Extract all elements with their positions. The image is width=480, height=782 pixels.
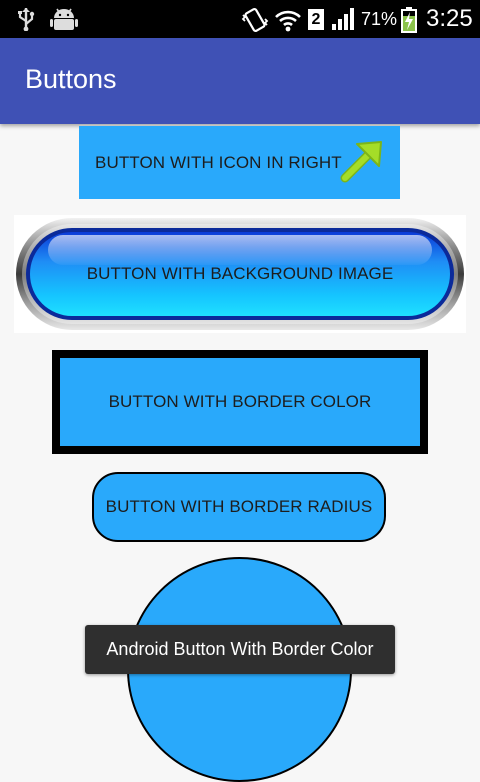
arrow-up-right-icon	[339, 138, 385, 189]
button-label: BUTTON WITH BORDER COLOR	[108, 392, 372, 411]
wifi-icon	[274, 7, 302, 38]
signal-icon	[331, 7, 357, 36]
app-title: Buttons	[25, 64, 117, 94]
battery-charging-icon	[401, 7, 417, 38]
button-with-background-image[interactable]: BUTTON WITH BACKGROUND IMAGE	[14, 215, 466, 333]
clock: 3:25	[426, 5, 473, 32]
sim-slot-badge: 2	[308, 9, 324, 30]
toast-text: Android Button With Border Color	[106, 639, 374, 659]
usb-icon	[17, 7, 35, 36]
button-label: BUTTON WITH BORDER RADIUS	[105, 497, 373, 516]
android-debug-icon	[50, 7, 78, 36]
button-label: BUTTON WITH BACKGROUND IMAGE	[86, 264, 394, 283]
button-with-border-radius[interactable]: BUTTON WITH BORDER RADIUS	[92, 472, 386, 542]
app-bar: Buttons	[0, 38, 480, 124]
status-bar: 2 71% 3:25	[0, 0, 480, 38]
button-label: BUTTON WITH ICON IN RIGHT	[95, 152, 342, 172]
battery-percent: 71%	[361, 9, 398, 29]
toast-message: Android Button With Border Color	[85, 625, 395, 674]
vibrate-icon	[241, 7, 269, 38]
button-with-icon-right[interactable]: BUTTON WITH ICON IN RIGHT	[79, 126, 400, 199]
button-with-border-color[interactable]: BUTTON WITH BORDER COLOR	[52, 350, 428, 454]
